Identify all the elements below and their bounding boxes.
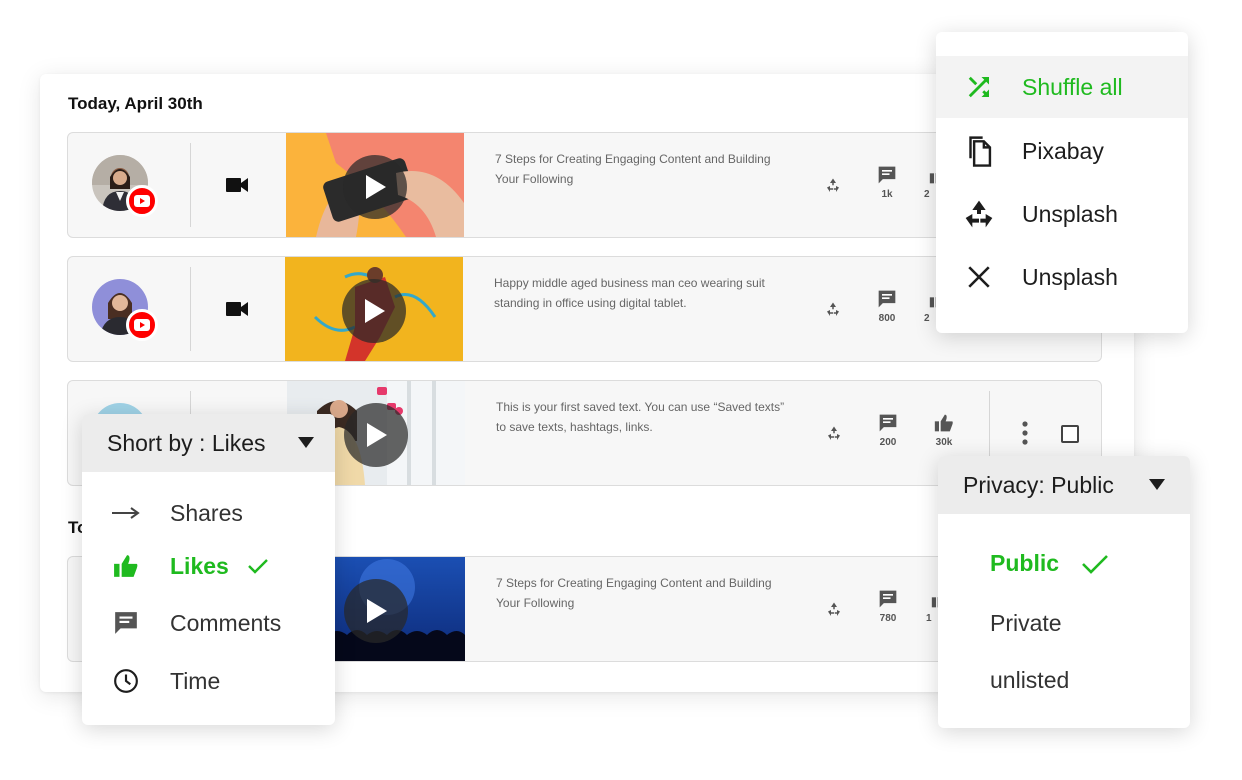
privacy-dropdown: Privacy: Public Public Private unlisted bbox=[938, 456, 1190, 728]
divider bbox=[190, 143, 191, 227]
comment-count: 780 bbox=[873, 589, 903, 624]
video-camera-icon bbox=[226, 301, 248, 322]
thumbs-up-icon bbox=[82, 553, 170, 579]
date-heading: Today, April 30th bbox=[68, 94, 203, 113]
privacy-option-private[interactable]: Private bbox=[990, 610, 1062, 637]
post-text: 7 Steps for Creating Engaging Content an… bbox=[495, 152, 771, 186]
comment-count: 200 bbox=[873, 413, 903, 448]
post-text: 7 Steps for Creating Engaging Content an… bbox=[496, 576, 772, 610]
menu-item-unsplash[interactable]: Unsplash bbox=[936, 183, 1188, 245]
divider bbox=[190, 267, 191, 351]
sort-dropdown: Short by : Likes Shares Likes Comments T… bbox=[82, 414, 335, 725]
comment-icon bbox=[878, 166, 896, 184]
row-checkbox[interactable] bbox=[1061, 425, 1079, 443]
youtube-icon bbox=[126, 185, 158, 217]
avatar bbox=[92, 279, 158, 341]
comment-icon bbox=[82, 610, 170, 636]
play-button[interactable] bbox=[344, 579, 408, 643]
privacy-option-unlisted[interactable]: unlisted bbox=[990, 667, 1069, 694]
menu-item-pixabay[interactable]: Pixabay bbox=[936, 120, 1188, 182]
menu-item-unsplash-2[interactable]: Unsplash bbox=[936, 246, 1188, 308]
thumbs-up-icon bbox=[934, 414, 953, 432]
comment-count: 800 bbox=[872, 289, 902, 324]
video-thumbnail[interactable] bbox=[285, 257, 463, 361]
image-source-menu: Shuffle all Pixabay Unsplash Unsplash bbox=[936, 32, 1188, 333]
privacy-dropdown-header[interactable]: Privacy: Public bbox=[938, 456, 1190, 514]
comment-count: 1k bbox=[872, 165, 902, 200]
checkmark-icon bbox=[247, 558, 269, 574]
video-thumbnail[interactable] bbox=[286, 133, 464, 237]
video-camera-icon bbox=[226, 177, 248, 198]
menu-item-shuffle-all[interactable]: Shuffle all bbox=[936, 56, 1188, 118]
play-button[interactable] bbox=[343, 155, 407, 219]
recycle-icon bbox=[936, 198, 1022, 230]
like-count: 30k bbox=[929, 413, 959, 448]
post-text: This is your first saved text. You can u… bbox=[496, 400, 785, 434]
caret-down-icon bbox=[1149, 479, 1165, 490]
caret-down-icon bbox=[298, 437, 314, 448]
privacy-option-public[interactable]: Public bbox=[990, 550, 1109, 577]
clock-icon bbox=[82, 668, 170, 694]
play-button[interactable] bbox=[342, 279, 406, 343]
comment-icon bbox=[879, 414, 897, 432]
sort-option-comments[interactable]: Comments bbox=[82, 598, 335, 648]
sort-option-shares[interactable]: Shares bbox=[82, 488, 335, 538]
more-options-icon[interactable] bbox=[1022, 421, 1028, 450]
recycle-icon[interactable] bbox=[824, 301, 842, 324]
recycle-icon[interactable] bbox=[825, 425, 843, 448]
avatar bbox=[92, 155, 158, 217]
checkmark-icon bbox=[1081, 554, 1109, 574]
sort-dropdown-header[interactable]: Short by : Likes bbox=[82, 414, 335, 472]
comment-icon bbox=[879, 590, 897, 608]
recycle-icon[interactable] bbox=[824, 177, 842, 200]
recycle-icon[interactable] bbox=[825, 601, 843, 624]
sort-option-likes[interactable]: Likes bbox=[82, 541, 335, 591]
sort-option-time[interactable]: Time bbox=[82, 656, 335, 706]
post-text: Happy middle aged business man ceo weari… bbox=[494, 276, 765, 310]
arrow-right-icon bbox=[82, 506, 170, 520]
play-button[interactable] bbox=[344, 403, 408, 467]
close-icon bbox=[936, 264, 1022, 290]
comment-icon bbox=[878, 290, 896, 308]
youtube-icon bbox=[126, 309, 158, 341]
copy-icon bbox=[936, 134, 1022, 168]
shuffle-icon bbox=[936, 72, 1022, 102]
